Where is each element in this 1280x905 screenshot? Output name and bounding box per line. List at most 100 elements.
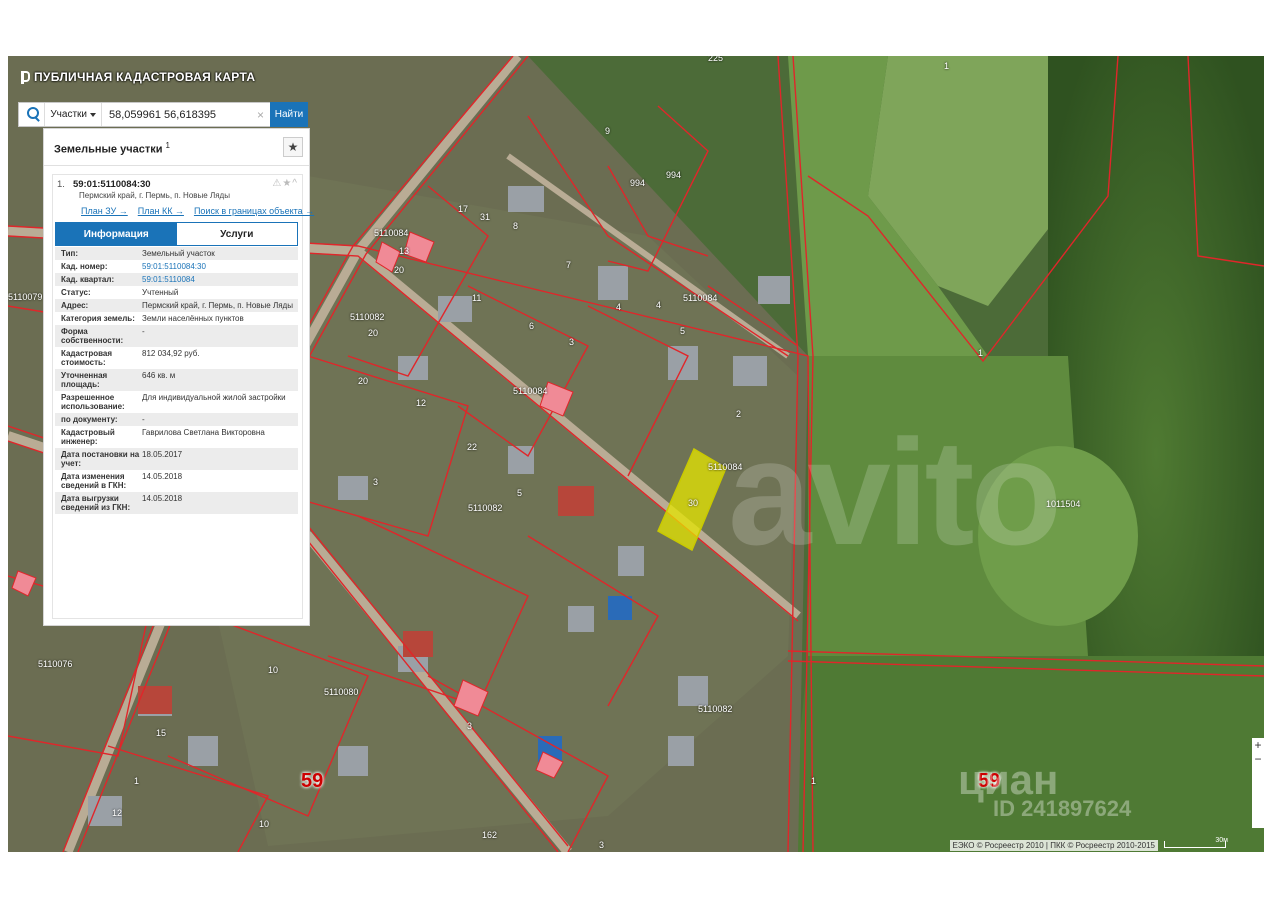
region-label: 59 — [301, 770, 324, 792]
panel-heading: Земельные участки 1 — [54, 141, 170, 156]
info-row-label: Тип: — [61, 249, 78, 258]
quarter-label: 5110082 — [350, 312, 385, 322]
cian-id-watermark: ID 241897624 — [993, 796, 1132, 821]
find-button[interactable]: Найти — [270, 102, 308, 127]
info-row-value: Гаврилова Светлана Викторовна — [142, 428, 265, 437]
quarter-label: 5110084 — [374, 228, 409, 238]
info-row: Статус: Учтенный — [55, 286, 298, 299]
info-row: по документу: - — [55, 413, 298, 426]
info-row-label: Кад. номер: — [61, 262, 108, 271]
plot-number: 1 — [978, 348, 984, 358]
plot-number: 20 — [358, 376, 369, 386]
quarter-label: 5110082 — [698, 704, 733, 714]
result-count: 1 — [165, 141, 170, 150]
clear-icon[interactable]: × — [251, 108, 270, 122]
plot-number: 13 — [399, 246, 410, 256]
plot-number: 1 — [944, 61, 950, 71]
info-row-value: Для индивидуальной жилой застройки — [142, 393, 286, 402]
info-row: Тип: Земельный участок — [55, 247, 298, 260]
result-title[interactable]: 1. 59:01:5110084:30 — [57, 179, 151, 190]
quarter-label: 5110082 — [468, 503, 503, 513]
info-row: Адрес: Пермский край, г. Пермь, п. Новые … — [55, 299, 298, 312]
plan-zu-link[interactable]: План ЗУ → — [81, 206, 128, 216]
info-row-value[interactable]: 59:01:5110084 — [142, 275, 298, 284]
info-row-value: 18.05.2017 — [142, 450, 183, 459]
app-title-text: ПУБЛИЧНАЯ КАДАСТРОВАЯ КАРТА — [34, 70, 256, 84]
favorite-button[interactable]: ★ — [283, 137, 303, 157]
plot-number: 994 — [666, 170, 682, 180]
plot-number: 12 — [416, 398, 427, 408]
card-action-icons[interactable]: ⚠★^ — [272, 178, 298, 189]
info-row: Дата изменения сведений в ГКН: 14.05.2018 — [55, 470, 298, 492]
info-row-value: Земли населённых пунктов — [142, 314, 244, 323]
info-row-label: Кадастровый инженер: — [61, 428, 115, 446]
info-row: Дата выгрузки сведений из ГКН: 14.05.2018 — [55, 492, 298, 514]
info-tabs: Информация Услуги — [55, 222, 298, 246]
info-row: Кад. квартал: 59:01:5110084 — [55, 273, 298, 286]
plot-number: 12 — [112, 808, 123, 818]
info-row: Уточненная площадь: 646 кв. м — [55, 369, 298, 391]
plot-number: 994 — [630, 178, 646, 188]
map-attribution: ЕЭКО © Росреестр 2010 | ПКК © Росреестр … — [949, 840, 1158, 851]
info-row-label: Разрешенное использование: — [61, 393, 125, 411]
info-row: Форма собственности: - — [55, 325, 298, 347]
plot-number: 3 — [467, 721, 473, 731]
rosreestr-logo-icon — [20, 70, 30, 84]
quarter-label: 5110079 — [8, 292, 43, 302]
plot-number: 31 — [480, 212, 491, 222]
plan-kk-link[interactable]: План КК → — [138, 206, 184, 216]
info-row: Разрешенное использование: Для индивидуал… — [55, 391, 298, 413]
plot-number: 4 — [616, 302, 622, 312]
plot-number: 3 — [373, 477, 379, 487]
selected-plot-label[interactable]: 30 — [688, 498, 698, 508]
star-icon: ★ — [287, 140, 299, 154]
plot-number: 20 — [394, 265, 405, 275]
zoom-control[interactable]: + − — [1252, 738, 1264, 828]
info-row-label: Дата постановки на учет: — [61, 450, 140, 468]
info-row-value: 646 кв. м — [142, 371, 176, 380]
tab-information[interactable]: Информация — [56, 223, 177, 245]
info-row-value: 14.05.2018 — [142, 494, 183, 503]
tab-services[interactable]: Услуги — [176, 223, 297, 245]
plot-number: 3 — [599, 840, 605, 850]
search-in-bounds-link[interactable]: Поиск в границах объекта → — [194, 206, 314, 216]
plot-number: 1 — [811, 776, 817, 786]
plot-number: 162 — [482, 830, 498, 840]
avito-watermark: avito — [728, 408, 1062, 576]
search-icon[interactable] — [19, 103, 44, 126]
info-row-label: Дата изменения сведений в ГКН: — [61, 472, 127, 490]
plot-number: 15 — [156, 728, 167, 738]
card-links: План ЗУ → План КК → Поиск в границах объ… — [81, 206, 314, 216]
quarter-label: 5110084 — [683, 293, 718, 303]
object-type-label: Участки — [50, 109, 87, 120]
quarter-label: 5110076 — [38, 659, 73, 669]
info-row-label: Кадастровая стоимость: — [61, 349, 113, 367]
search-input[interactable] — [102, 104, 251, 125]
plot-number: 11 — [472, 293, 482, 303]
zoom-out-icon[interactable]: − — [1254, 752, 1261, 766]
info-row-label: Форма собственности: — [61, 327, 124, 345]
zoom-in-icon[interactable]: + — [1254, 738, 1261, 752]
quarter-label: 5110084 — [513, 386, 548, 396]
info-row-value[interactable]: 59:01:5110084:30 — [142, 262, 298, 271]
info-row-label: Уточненная площадь: — [61, 371, 108, 389]
plot-number: 225 — [708, 56, 724, 63]
plot-number: 5 — [680, 326, 686, 336]
info-row-value: 812 034,92 руб. — [142, 349, 200, 358]
plot-number: 1 — [134, 776, 140, 786]
object-type-select[interactable]: Участки — [44, 103, 102, 126]
info-row: Дата постановки на учет: 18.05.2017 — [55, 448, 298, 470]
results-panel: Земельные участки 1 ★ 1. 59:01:5110084:3… — [43, 128, 314, 626]
info-row-label: Статус: — [61, 288, 91, 297]
info-row-value: - — [142, 415, 145, 424]
plot-number: 10 — [268, 665, 279, 675]
plot-number: 22 — [467, 442, 478, 452]
info-table: Тип: Земельный участок Кад. номер: 59:01:51… — [55, 247, 298, 514]
plot-number: 10 — [259, 819, 270, 829]
info-row-value: Учтенный — [142, 288, 179, 297]
result-card: 1. 59:01:5110084:30 ⚠★^ Пермский край, г… — [52, 174, 314, 619]
info-row-label: по документу: — [61, 415, 118, 424]
quarter-label: 5110080 — [324, 687, 359, 697]
cadastral-number: 59:01:5110084:30 — [72, 179, 151, 190]
map-view[interactable]: 30 5110084 5110084 5110084 5110084 51100… — [8, 56, 1264, 852]
